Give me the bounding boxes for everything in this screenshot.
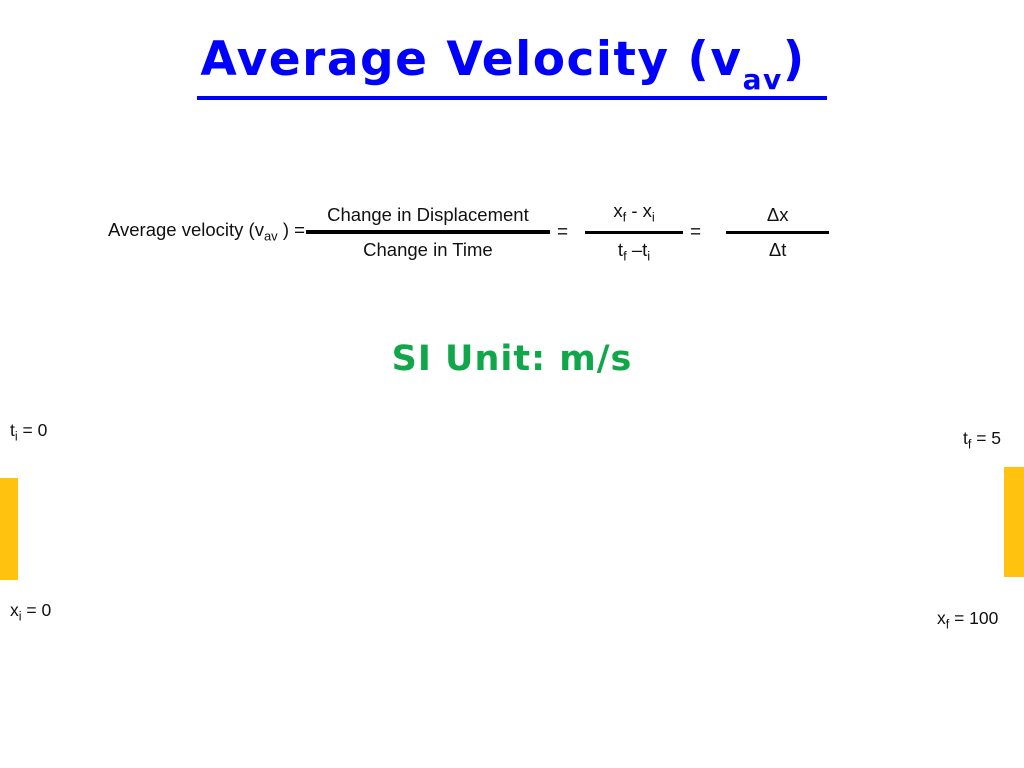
fraction-symbols-bar	[585, 230, 684, 234]
final-position-label: xf = 100	[937, 608, 999, 631]
si-unit-container: SI Unit: m/s	[0, 340, 1024, 379]
fraction-symbols-denominator: tf –ti	[612, 239, 656, 264]
fraction-delta-bar	[726, 230, 830, 234]
num-minus: - x	[626, 200, 652, 222]
fraction-symbols: xf - xi tf –ti	[584, 200, 684, 264]
initial-position-marker	[0, 478, 18, 580]
fraction-delta-denominator: Δt	[768, 238, 787, 260]
fraction-words-numerator: Change in Displacement	[327, 203, 529, 225]
final-position-value: = 100	[949, 608, 999, 628]
formula-lead-tail: ) =	[277, 219, 305, 241]
den-t-initial-sub: i	[647, 248, 651, 264]
formula-lead-label: Average velocity (vav ) =	[108, 219, 305, 244]
fraction-words-bar	[305, 230, 550, 234]
equals-sign-1: =	[556, 221, 569, 243]
num-x-final: x	[613, 200, 623, 222]
fraction-words-denominator: Change in Time	[363, 239, 493, 260]
page-title-subscript: av	[742, 63, 783, 101]
slide-canvas: Average Velocity (vav) Average velocity …	[0, 0, 1024, 768]
formula-lead-main: Average velocity (v	[108, 219, 264, 241]
fraction-delta-numerator: Δx	[766, 204, 789, 226]
initial-time-label: ti = 0	[10, 420, 48, 443]
initial-position-value: = 0	[21, 600, 52, 620]
final-time-label: tf = 5	[963, 428, 1002, 451]
num-x-initial-sub: i	[651, 209, 655, 225]
equals-sign-2: =	[690, 221, 702, 243]
fraction-words: Change in Displacement Change in Time	[305, 204, 551, 261]
fraction-symbols-numerator: xf - xi	[607, 200, 660, 225]
page-title-main: Average Velocity (v	[200, 32, 743, 87]
den-minus: –t	[626, 238, 648, 260]
si-unit-text: SI Unit: m/s	[391, 339, 633, 379]
page-title-tail: )	[782, 32, 824, 87]
average-velocity-formula: Average velocity (vav ) = Change in Disp…	[108, 186, 938, 278]
final-time-value: = 5	[971, 428, 1002, 448]
final-position-symbol: x	[937, 608, 946, 628]
page-title: Average Velocity (vav)	[197, 32, 827, 101]
page-title-container: Average Velocity (vav)	[0, 32, 1024, 101]
final-position-marker	[1004, 467, 1024, 577]
initial-position-label: xi = 0	[10, 600, 52, 623]
initial-position-symbol: x	[10, 600, 19, 620]
initial-time-value: = 0	[17, 420, 48, 440]
formula-lead-subscript: av	[263, 228, 278, 244]
fraction-delta: Δx Δt	[725, 204, 830, 260]
